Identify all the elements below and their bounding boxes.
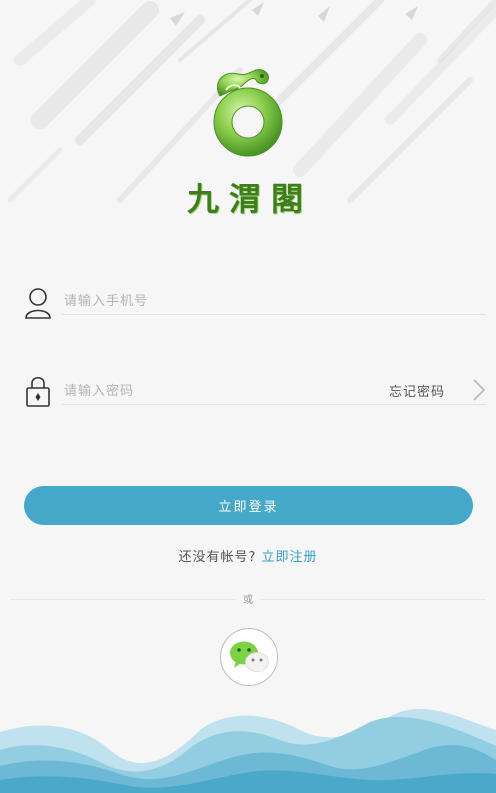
wechat-login-button[interactable] (220, 628, 278, 686)
forgot-password-link[interactable]: 忘记密码 (389, 381, 445, 400)
password-input[interactable] (62, 379, 366, 403)
login-button[interactable]: 立即登录 (24, 486, 473, 525)
brand-title: 九渭閣 (180, 172, 320, 222)
bottom-waves (0, 708, 496, 793)
brand-logo (213, 69, 283, 157)
brand-title-text: 九渭閣 (186, 180, 313, 218)
chevron-right-icon[interactable] (472, 378, 486, 402)
register-row: 还没有帐号? 立即注册 (0, 546, 496, 565)
or-text: 或 (236, 591, 260, 606)
lock-icon (26, 376, 50, 407)
user-icon (25, 288, 51, 319)
no-account-text: 还没有帐号? (178, 550, 257, 565)
wechat-icon (230, 641, 269, 674)
register-link[interactable]: 立即注册 (262, 550, 318, 565)
phone-input[interactable] (62, 289, 366, 313)
password-underline (62, 404, 486, 405)
phone-underline (62, 314, 486, 315)
